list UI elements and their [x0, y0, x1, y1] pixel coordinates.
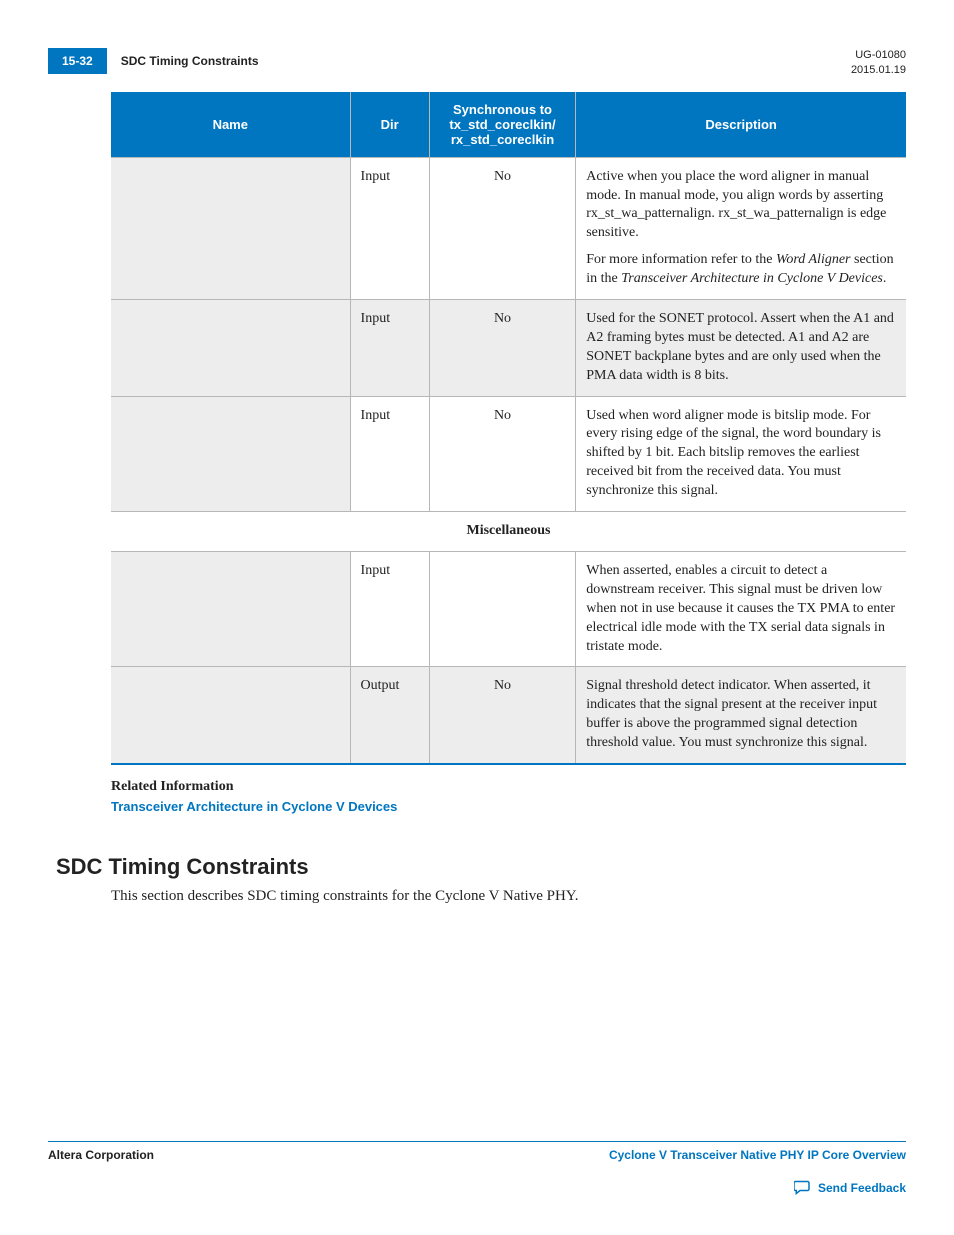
- section-body: This section describes SDC timing constr…: [111, 888, 906, 905]
- page-header: 15-32 SDC Timing Constraints UG-01080 20…: [48, 48, 906, 78]
- col-header-sync: Synchronous to tx_std_coreclkin/ rx_std_…: [429, 92, 575, 158]
- cell-sync: No: [429, 300, 575, 397]
- table-section-row: Miscellaneous: [111, 512, 906, 552]
- table-row: Input No Active when you place the word …: [111, 157, 906, 299]
- send-feedback-link[interactable]: Send Feedback: [818, 1181, 906, 1195]
- cell-dir: Input: [350, 551, 429, 666]
- page-number-badge: 15-32: [48, 48, 107, 74]
- header-breadcrumb: SDC Timing Constraints: [121, 54, 259, 68]
- section-heading: Miscellaneous: [111, 512, 906, 552]
- italic-text: Word Aligner: [776, 252, 851, 267]
- cell-desc: When asserted, enables a circuit to dete…: [576, 551, 906, 666]
- footer-company: Altera Corporation: [48, 1148, 154, 1162]
- col-header-dir: Dir: [350, 92, 429, 158]
- col-header-desc: Description: [576, 92, 906, 158]
- cell-dir: Output: [350, 667, 429, 764]
- cell-sync: No: [429, 396, 575, 511]
- doc-date: 2015.01.19: [851, 63, 906, 78]
- feedback-icon: [794, 1180, 812, 1195]
- related-heading: Related Information: [111, 779, 906, 795]
- cell-name: [111, 157, 350, 299]
- desc-paragraph: Active when you place the word aligner i…: [586, 168, 896, 244]
- cell-dir: Input: [350, 396, 429, 511]
- section-title: SDC Timing Constraints: [56, 854, 906, 880]
- cell-desc: Used for the SONET protocol. Assert when…: [576, 300, 906, 397]
- cell-desc: Active when you place the word aligner i…: [576, 157, 906, 299]
- cell-name: [111, 667, 350, 764]
- cell-name: [111, 396, 350, 511]
- table-row: Input When asserted, enables a circuit t…: [111, 551, 906, 666]
- doc-id: UG-01080: [851, 48, 906, 63]
- related-link[interactable]: Transceiver Architecture in Cyclone V De…: [111, 799, 397, 814]
- table-header-row: Name Dir Synchronous to tx_std_coreclkin…: [111, 92, 906, 158]
- footer-chapter-link[interactable]: Cyclone V Transceiver Native PHY IP Core…: [609, 1148, 906, 1162]
- table-row: Input No Used when word aligner mode is …: [111, 396, 906, 511]
- related-information: Related Information Transceiver Architec…: [111, 779, 906, 816]
- cell-desc: Used when word aligner mode is bitslip m…: [576, 396, 906, 511]
- desc-text: .: [883, 271, 887, 286]
- header-right: UG-01080 2015.01.19: [851, 48, 906, 78]
- desc-text: For more information refer to the: [586, 252, 776, 267]
- cell-dir: Input: [350, 300, 429, 397]
- cell-sync: No: [429, 157, 575, 299]
- desc-paragraph: For more information refer to the Word A…: [586, 251, 896, 289]
- cell-dir: Input: [350, 157, 429, 299]
- cell-name: [111, 551, 350, 666]
- page-footer: Altera Corporation Cyclone V Transceiver…: [48, 1141, 906, 1195]
- cell-sync: No: [429, 667, 575, 764]
- footer-top-row: Altera Corporation Cyclone V Transceiver…: [48, 1141, 906, 1162]
- cell-name: [111, 300, 350, 397]
- feedback-row: Send Feedback: [48, 1180, 906, 1195]
- signals-table: Name Dir Synchronous to tx_std_coreclkin…: [111, 92, 906, 765]
- table-row: Input No Used for the SONET protocol. As…: [111, 300, 906, 397]
- col-header-name: Name: [111, 92, 350, 158]
- document-page: 15-32 SDC Timing Constraints UG-01080 20…: [0, 0, 954, 1235]
- table-row: Output No Signal threshold detect indica…: [111, 667, 906, 764]
- italic-text: Transceiver Architecture in Cyclone V De…: [621, 271, 883, 286]
- cell-sync: [429, 551, 575, 666]
- header-left: 15-32 SDC Timing Constraints: [48, 48, 259, 74]
- cell-desc: Signal threshold detect indicator. When …: [576, 667, 906, 764]
